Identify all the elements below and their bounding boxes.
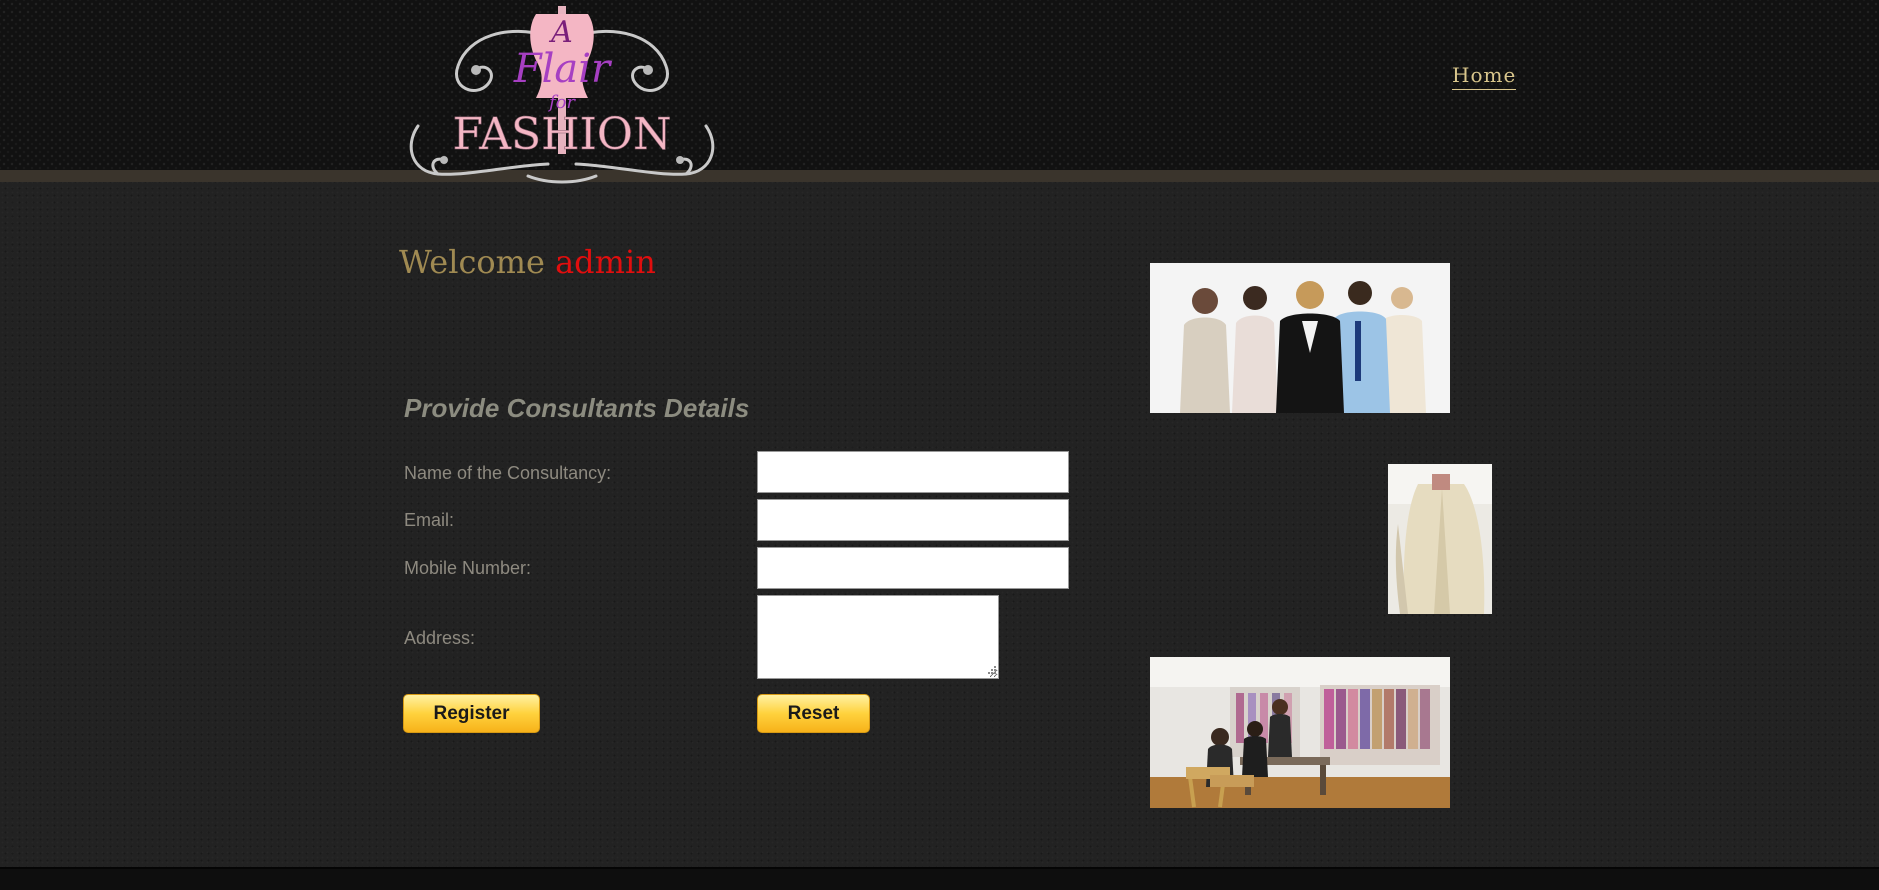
site-logo[interactable]: A Flair for FASHION: [398, 6, 726, 184]
consultancy-name-label: Name of the Consultancy:: [404, 463, 612, 483]
email-input[interactable]: [757, 499, 1069, 541]
address-label: Address:: [404, 628, 476, 648]
consultancy-name-input[interactable]: [757, 451, 1069, 493]
logo-text-flair: Flair: [513, 46, 613, 92]
mobile-number-label: Mobile Number:: [404, 558, 532, 578]
header-divider-band: [0, 170, 1879, 182]
business-team-photo: [1150, 263, 1450, 413]
address-textarea[interactable]: [757, 595, 999, 679]
fashion-boutique-photo: [1150, 657, 1450, 808]
mobile-number-input[interactable]: [757, 547, 1069, 589]
logo-text-fashion: FASHION: [453, 109, 672, 160]
welcome-username: admin: [555, 243, 656, 281]
form-title: Provide Consultants Details: [404, 393, 750, 423]
welcome-greeting: Welcome: [399, 243, 545, 281]
email-label: Email:: [404, 510, 455, 530]
welcome-heading: Welcome admin: [399, 243, 656, 281]
reset-button[interactable]: Reset: [757, 694, 870, 733]
page-footer-bar: [0, 867, 1879, 890]
logo-text-a: A: [548, 15, 573, 50]
garment-mannequin-photo: [1388, 464, 1492, 614]
site-header: [0, 0, 1879, 170]
nav-home-link[interactable]: Home: [1452, 63, 1517, 90]
register-button[interactable]: Register: [403, 694, 540, 733]
logo-graphic: A Flair for FASHION: [409, 6, 715, 184]
